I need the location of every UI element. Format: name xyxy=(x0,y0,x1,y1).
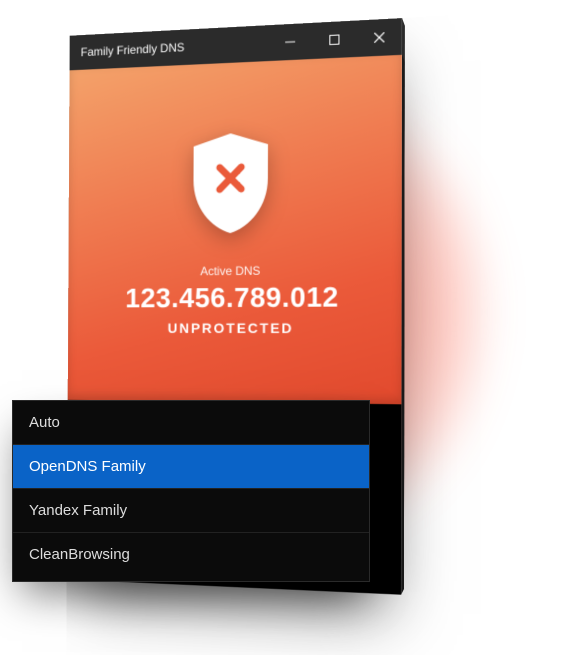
minimize-button[interactable] xyxy=(268,23,312,61)
maximize-icon xyxy=(329,34,339,45)
window-controls xyxy=(268,18,402,61)
shield-icon xyxy=(186,127,276,242)
dns-option-opendns-family[interactable]: OpenDNS Family xyxy=(13,445,369,489)
dns-option-cleanbrowsing[interactable]: CleanBrowsing xyxy=(13,533,369,581)
active-dns-label: Active DNS xyxy=(200,263,260,278)
hero-panel: Active DNS 123.456.789.012 UNPROTECTED xyxy=(68,55,402,404)
dns-dropdown-menu: Auto OpenDNS Family Yandex Family CleanB… xyxy=(12,400,370,582)
close-icon xyxy=(374,32,384,43)
minimize-icon xyxy=(285,37,295,48)
protection-status: UNPROTECTED xyxy=(168,319,294,335)
app-title: Family Friendly DNS xyxy=(81,36,269,59)
dns-option-auto[interactable]: Auto xyxy=(13,401,369,445)
maximize-button[interactable] xyxy=(312,20,357,59)
close-button[interactable] xyxy=(357,18,402,57)
dns-option-yandex-family[interactable]: Yandex Family xyxy=(13,489,369,533)
active-dns-value: 123.456.789.012 xyxy=(125,281,339,314)
